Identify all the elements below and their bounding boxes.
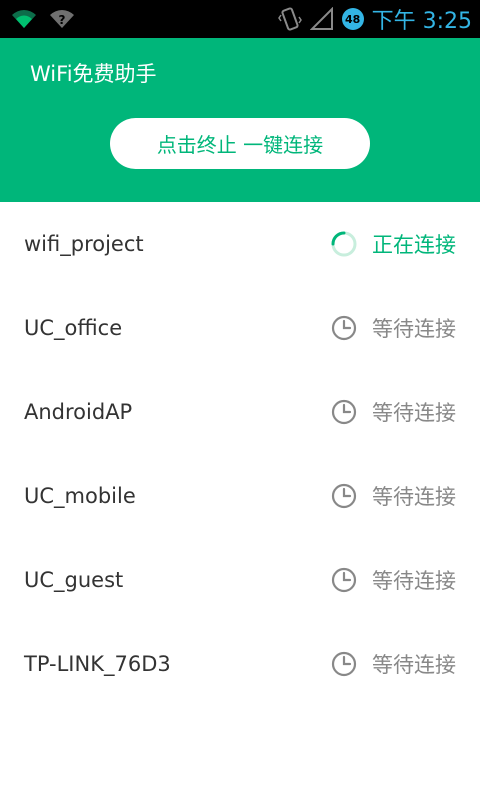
status-bar-left: ? [10,6,76,32]
wifi-network-row[interactable]: UC_guest 等待连接 [0,538,480,622]
network-ssid: UC_mobile [24,484,136,508]
network-status: 等待连接 [330,481,456,511]
wifi-network-row[interactable]: TP-LINK_76D3 等待连接 [0,622,480,706]
signal-icon [309,7,333,30]
network-ssid: AndroidAP [24,400,133,424]
wifi-question-icon: ? [50,10,74,28]
network-status: 正在连接 [330,229,456,259]
network-status: 等待连接 [330,565,456,595]
app-header: WiFi免费助手 点击终止 一键连接 [0,38,480,202]
wifi-network-list: wifi_project 正在连接 UC_office 等待连接 AndroidAP 等待… [0,202,480,706]
svg-text:?: ? [59,13,66,27]
clock-icon [331,567,357,593]
stop-connect-button[interactable]: 点击终止 一键连接 [110,118,370,169]
clock-icon [331,651,357,677]
network-ssid: TP-LINK_76D3 [24,652,171,676]
network-ssid: UC_guest [24,568,124,592]
network-ssid: wifi_project [24,232,144,256]
app-title: WiFi免费助手 [30,62,157,86]
network-status: 等待连接 [330,649,456,679]
network-status-label: 等待连接 [372,653,456,677]
wifi-icon [12,10,36,28]
wifi-network-row[interactable]: UC_office 等待连接 [0,286,480,370]
vibrate-icon [277,7,302,31]
clock-icon [331,315,357,341]
network-status: 等待连接 [330,313,456,343]
network-status-label: 正在连接 [372,233,456,257]
clock-icon [331,399,357,425]
status-bar: ? 48 下午 3:25 [0,0,480,38]
network-status-label: 等待连接 [372,569,456,593]
wifi-network-row[interactable]: wifi_project 正在连接 [0,202,480,286]
network-status-label: 等待连接 [372,485,456,509]
wifi-network-row[interactable]: UC_mobile 等待连接 [0,454,480,538]
wifi-network-row[interactable]: AndroidAP 等待连接 [0,370,480,454]
network-status: 等待连接 [330,397,456,427]
clock-time: 下午 3:25 [371,9,472,34]
battery-icon: 48 [341,8,364,30]
network-status-label: 等待连接 [372,317,456,341]
status-bar-right: 48 下午 3:25 [277,4,472,34]
loading-spinner-icon [331,231,357,257]
network-ssid: UC_office [24,316,123,340]
network-status-label: 等待连接 [372,401,456,425]
clock-icon [331,483,357,509]
